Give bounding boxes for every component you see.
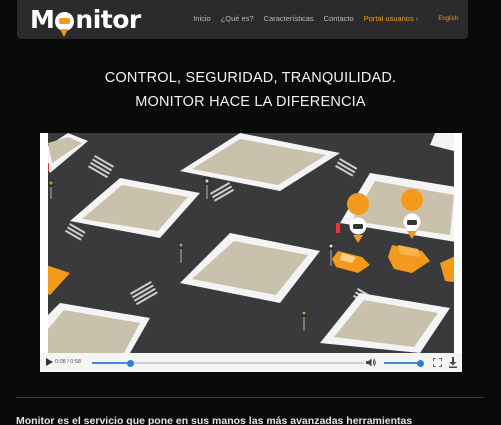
play-icon[interactable] bbox=[46, 358, 53, 366]
seek-bar[interactable] bbox=[92, 359, 364, 367]
volume-slider[interactable] bbox=[384, 359, 424, 367]
nav-portal-usuarios[interactable]: Portal usuarios › bbox=[364, 14, 419, 23]
volume-handle[interactable] bbox=[416, 359, 424, 367]
volume-icon[interactable] bbox=[366, 358, 376, 367]
nav-caracteristicas[interactable]: Características bbox=[264, 14, 314, 23]
video-time: 0:08 / 0:58 bbox=[55, 359, 81, 365]
video-controls: 0:08 / 0:58 bbox=[40, 353, 462, 372]
navbar: M nitor Inicio ¿Qué es? Características … bbox=[17, 0, 468, 39]
volume-level bbox=[384, 362, 421, 364]
logo-text-left: M bbox=[30, 4, 55, 34]
video-frame-city-illustration[interactable] bbox=[40, 133, 462, 353]
video-player[interactable]: 0:08 / 0:58 bbox=[40, 133, 462, 372]
nav-inicio[interactable]: Inicio bbox=[193, 14, 211, 23]
main-nav: Inicio ¿Qué es? Características Contacto… bbox=[183, 14, 458, 23]
fullscreen-icon[interactable] bbox=[433, 358, 442, 367]
seek-progress bbox=[92, 362, 131, 364]
seek-handle[interactable] bbox=[126, 359, 134, 367]
nav-contacto[interactable]: Contacto bbox=[324, 14, 354, 23]
intro-paragraph: Monitor es el servicio que pone en sus m… bbox=[16, 415, 413, 425]
section-divider bbox=[16, 397, 484, 398]
language-switch[interactable]: English bbox=[438, 16, 458, 22]
headline-line-1: CONTROL, SEGURIDAD, TRANQUILIDAD. bbox=[104, 70, 397, 86]
headline-line-2: MONITOR HACE LA DIFERENCIA bbox=[135, 94, 366, 110]
logo-pin-icon bbox=[55, 11, 75, 37]
logo-text-right: nitor bbox=[75, 4, 141, 34]
monitor-logo[interactable]: M nitor bbox=[30, 2, 141, 37]
nav-que-es[interactable]: ¿Qué es? bbox=[221, 14, 254, 23]
hero-headline: CONTROL, SEGURIDAD, TRANQUILIDAD. MONITO… bbox=[0, 66, 501, 114]
download-icon[interactable] bbox=[448, 357, 458, 368]
